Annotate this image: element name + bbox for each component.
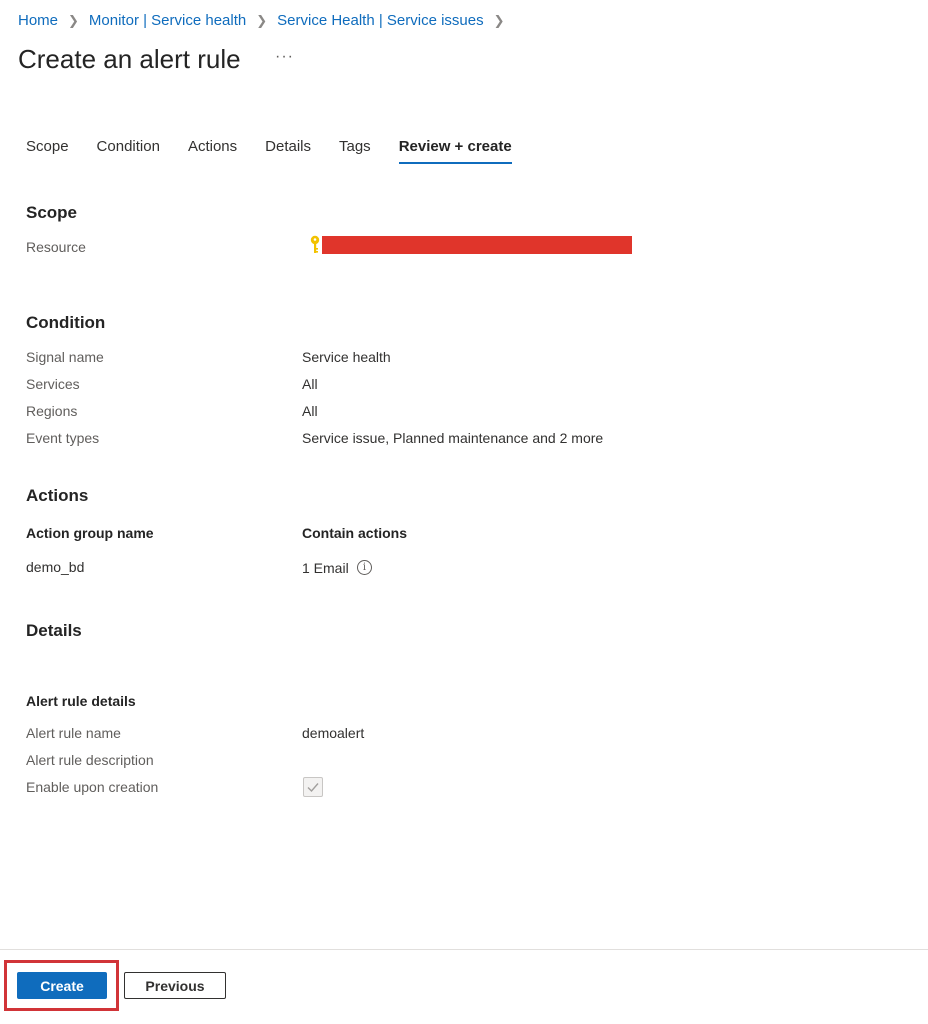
tab-actions[interactable]: Actions <box>188 138 237 164</box>
previous-button[interactable]: Previous <box>124 972 226 999</box>
enable-upon-creation-checkbox[interactable] <box>303 777 323 797</box>
alert-rule-description-label: Alert rule description <box>26 752 154 768</box>
more-options-icon[interactable]: ··· <box>275 48 294 66</box>
tab-scope[interactable]: Scope <box>26 138 69 164</box>
actions-section-title: Actions <box>26 486 89 505</box>
key-icon <box>310 235 320 253</box>
signal-name-label: Signal name <box>26 349 104 365</box>
page-title: Create an alert rule <box>18 44 241 74</box>
event-types-value: Service issue, Planned maintenance and 2… <box>302 430 604 446</box>
resource-label: Resource <box>26 239 86 255</box>
tab-condition[interactable]: Condition <box>97 138 160 164</box>
chevron-right-icon: ❯ <box>68 12 79 28</box>
checkmark-icon <box>307 783 319 793</box>
breadcrumb-service-issues[interactable]: Service Health | Service issues <box>277 12 483 29</box>
tab-details[interactable]: Details <box>265 138 311 164</box>
details-section-title: Details <box>26 621 82 640</box>
info-icon[interactable]: i <box>357 560 372 575</box>
alert-rule-name-value: demoalert <box>302 725 365 741</box>
action-group-name-value: demo_bd <box>26 559 85 575</box>
signal-name-value: Service health <box>302 349 391 365</box>
condition-section-title: Condition <box>26 313 106 332</box>
create-button[interactable]: Create <box>17 972 107 999</box>
regions-value: All <box>302 403 318 419</box>
contain-actions-header: Contain actions <box>302 525 408 541</box>
chevron-right-icon: ❯ <box>493 12 505 28</box>
breadcrumb-monitor-service-health[interactable]: Monitor | Service health <box>89 12 246 29</box>
alert-rule-details-subtitle: Alert rule details <box>26 693 136 709</box>
services-value: All <box>302 376 318 392</box>
breadcrumb-home[interactable]: Home <box>18 12 58 29</box>
wizard-tabs: Scope Condition Actions Details Tags Rev… <box>26 138 540 164</box>
event-types-label: Event types <box>26 430 100 446</box>
services-label: Services <box>26 376 80 392</box>
enable-upon-creation-label: Enable upon creation <box>26 779 159 795</box>
chevron-right-icon: ❯ <box>256 12 268 28</box>
footer-divider <box>0 949 928 950</box>
alert-rule-name-label: Alert rule name <box>26 725 121 741</box>
tab-review-create[interactable]: Review + create <box>398 138 512 164</box>
breadcrumb: Home ❯ Monitor | Service health ❯ Servic… <box>18 12 515 29</box>
scope-section-title: Scope <box>26 203 78 222</box>
action-group-name-header: Action group name <box>26 525 154 541</box>
resource-redaction <box>322 236 632 254</box>
tab-tags[interactable]: Tags <box>339 138 371 164</box>
regions-label: Regions <box>26 403 78 419</box>
contain-actions-value: 1 Email <box>302 560 349 576</box>
